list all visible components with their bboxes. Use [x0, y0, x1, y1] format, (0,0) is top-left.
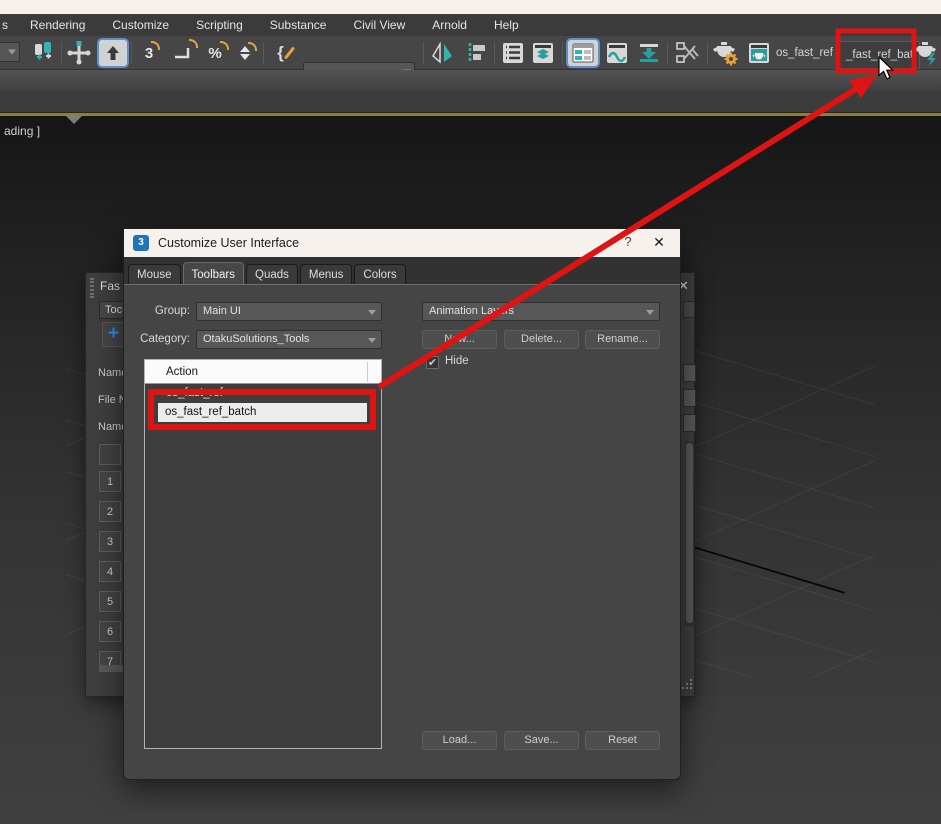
percent-snap-icon[interactable]: % [200, 39, 230, 67]
mirror-icon[interactable] [428, 39, 458, 67]
up-arrow-icon [104, 44, 122, 62]
dialog-tab[interactable]: Toolbars [183, 262, 244, 284]
separator [494, 42, 495, 64]
pencil-icon [284, 47, 295, 60]
dialog-tabs: MouseToolbarsQuadsMenusColors [128, 262, 406, 284]
partial-button[interactable] [683, 389, 696, 407]
group-dropdown[interactable]: Main UI [196, 302, 382, 321]
spinner-snap-icon[interactable] [232, 39, 258, 67]
separator [707, 42, 708, 64]
column-divider[interactable] [367, 362, 368, 382]
os-fast-ref-button[interactable]: os_fast_ref [776, 39, 833, 67]
action-list[interactable]: Action os_fast_ref os_fast_ref_batch [144, 359, 382, 749]
mini-dropdown[interactable] [683, 301, 695, 318]
separator [61, 42, 62, 64]
3dsmax-app-icon: 3 [133, 235, 149, 251]
menu-item[interactable]: Arnold [432, 18, 467, 32]
menu-item[interactable]: Customize [112, 18, 169, 32]
dialog-titlebar[interactable]: 3 Customize User Interface ? ✕ [124, 229, 680, 257]
scene-explorer-button-active[interactable] [566, 38, 600, 68]
toolbar-select-dropdown[interactable]: Animation Layers [422, 302, 660, 321]
vertical-scrollbar[interactable] [685, 441, 694, 626]
os-window-titlebar [0, 0, 941, 14]
bg-window-title: Fas [100, 279, 120, 293]
action-list-header[interactable]: Action [145, 360, 381, 384]
caret-down-icon [368, 338, 376, 343]
row-number-cell[interactable]: 4 [99, 561, 121, 582]
row-number-cell[interactable]: 6 [99, 621, 121, 642]
dialog-tab[interactable]: Mouse [128, 264, 181, 284]
menu-item[interactable]: Substance [270, 18, 327, 32]
dock-down-arrow-icon[interactable] [634, 39, 664, 67]
layer-stack-icon[interactable] [528, 39, 558, 67]
select-object-button-active[interactable] [97, 38, 129, 68]
separator [562, 42, 563, 64]
separator [131, 42, 132, 64]
separator [423, 42, 424, 64]
window-panes-icon [572, 43, 594, 63]
dialog-tab[interactable]: Colors [354, 264, 405, 284]
separator [263, 42, 264, 64]
group-label: Group: [132, 305, 190, 317]
dialog-tab[interactable]: Menus [300, 264, 353, 284]
select-and-move-icon[interactable] [64, 39, 94, 67]
menu-items: Rendering Customize Scripting Substance Civi… [30, 14, 519, 36]
menu-item[interactable]: Help [494, 18, 519, 32]
toolbar-spacer-band [0, 70, 941, 91]
dialog-tab[interactable]: Quads [246, 264, 298, 284]
row-number-cell[interactable]: 2 [99, 501, 121, 522]
row-number-cell[interactable]: 5 [99, 591, 121, 612]
layer-manager-icon[interactable] [498, 39, 528, 67]
hide-checkbox[interactable]: ✔ [426, 356, 439, 369]
save-button[interactable]: Save... [504, 731, 579, 750]
menu-item[interactable]: Scripting [196, 18, 243, 32]
hide-checkbox-label: Hide [445, 355, 469, 367]
action-list-item[interactable]: os_fast_ref [166, 387, 223, 399]
caret-down-icon [8, 50, 16, 55]
scrollbar-thumb[interactable] [686, 443, 693, 623]
partial-button[interactable] [683, 364, 696, 382]
partial-button[interactable] [683, 414, 696, 432]
menu-item[interactable]: Civil View [353, 18, 405, 32]
add-button[interactable]: + [102, 322, 125, 347]
help-button[interactable]: ? [620, 234, 636, 249]
dialog-tabstrip: MouseToolbarsQuadsMenusColors [124, 257, 680, 285]
os-fast-ref-batch-button[interactable]: _fast_ref_bat [839, 41, 920, 69]
category-dropdown[interactable]: OtakuSolutions_Tools [196, 330, 382, 349]
main-toolbar: 3 % { os_fast_ref _fast_ref_bat [0, 36, 941, 70]
rename-button[interactable]: Rename... [585, 330, 660, 349]
table-corner-cell [99, 444, 121, 465]
menubar: s Rendering Customize Scripting Substance Ci… [0, 14, 941, 36]
resize-grip-icon[interactable] [682, 687, 684, 689]
new-button[interactable]: New... [422, 330, 497, 349]
reset-button[interactable]: Reset [585, 731, 660, 750]
rendered-frame-window-icon[interactable] [744, 39, 774, 67]
action-list-item-selected[interactable]: os_fast_ref_batch [158, 403, 367, 422]
close-button[interactable]: ✕ [650, 234, 668, 251]
align-icon[interactable] [461, 39, 491, 67]
curve-editor-icon[interactable] [602, 39, 632, 67]
row-number-cell[interactable]: 3 [99, 531, 121, 552]
angle-snap-icon[interactable] [167, 39, 197, 67]
row-number-cell[interactable]: 1 [99, 471, 121, 492]
caret-down-icon [646, 310, 654, 315]
render-setup-teapot-icon[interactable] [710, 39, 742, 67]
toolbar-spacer-band-2 [0, 91, 941, 113]
edit-named-selection-sets-icon[interactable]: { [268, 39, 300, 67]
render-cloud-teapot-icon[interactable] [911, 39, 941, 67]
dialog-title: Customize User Interface [158, 236, 299, 250]
separator [667, 42, 668, 64]
menu-item-truncated[interactable]: s [2, 18, 8, 32]
customize-user-interface-dialog: 3 Customize User Interface ? ✕ MouseTool… [123, 228, 681, 780]
load-button[interactable]: Load... [422, 731, 497, 750]
snap-pins-icon[interactable] [28, 39, 58, 67]
drag-handle-icon[interactable] [90, 278, 94, 298]
snap-toggle-3d-icon[interactable]: 3 [134, 39, 164, 67]
schematic-view-icon[interactable] [672, 39, 704, 67]
menu-item[interactable]: Rendering [30, 18, 85, 32]
delete-button[interactable]: Delete... [504, 330, 579, 349]
category-label: Category: [132, 333, 190, 345]
truncated-dropdown[interactable] [0, 42, 20, 62]
caret-down-icon [368, 310, 376, 315]
